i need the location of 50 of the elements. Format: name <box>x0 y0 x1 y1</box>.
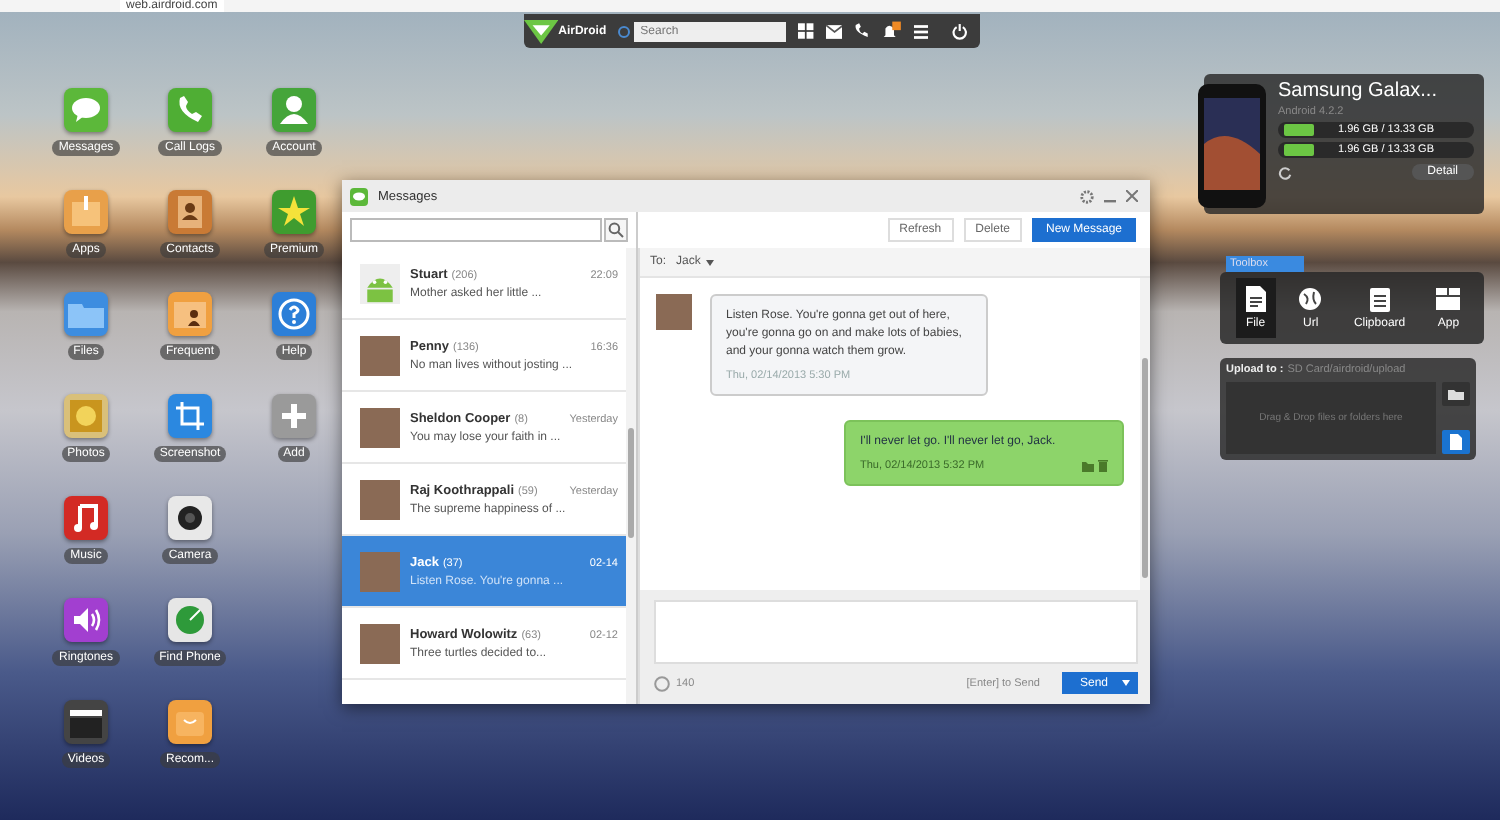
folder-icon[interactable] <box>64 292 108 336</box>
app-box-icon <box>1436 286 1461 312</box>
contact-book-icon[interactable] <box>168 190 212 234</box>
menu-icon[interactable] <box>913 23 929 39</box>
folder-upload-icon[interactable] <box>1442 382 1470 406</box>
logo-icon <box>524 17 559 45</box>
avatar-placeholder <box>360 551 400 591</box>
phone-icon[interactable] <box>854 22 871 40</box>
close-icon[interactable] <box>1126 190 1138 202</box>
avatar-placeholder <box>360 335 400 375</box>
chat-bubble-icon[interactable] <box>64 88 108 132</box>
message-input[interactable] <box>654 600 1138 664</box>
smartphone-drawing <box>1198 84 1266 208</box>
search-icon[interactable] <box>618 25 631 37</box>
clipboard-icon <box>1367 286 1392 312</box>
music-note-icon[interactable] <box>64 496 108 540</box>
avatar-placeholder <box>656 294 692 330</box>
avatar-placeholder <box>360 479 400 519</box>
settings-icon[interactable] <box>1080 189 1094 203</box>
document-icon <box>1243 286 1268 312</box>
avatar-placeholder <box>360 623 400 663</box>
bell-icon[interactable] <box>882 20 902 42</box>
chat-bubble-icon <box>350 187 368 205</box>
avatar-placeholder <box>360 407 400 447</box>
device-name: Samsung Galax... <box>1278 80 1439 102</box>
scrollbar-thumb[interactable] <box>628 428 634 538</box>
mail-icon[interactable] <box>825 23 843 39</box>
search-icon[interactable] <box>604 218 628 242</box>
search-field[interactable] <box>350 218 602 242</box>
speaker-icon[interactable] <box>64 598 108 642</box>
file-upload-icon[interactable] <box>1442 430 1470 454</box>
caret-icon <box>1122 680 1130 686</box>
box-icon[interactable] <box>64 190 108 234</box>
refresh-icon[interactable] <box>1278 165 1292 179</box>
android-avatar-icon <box>360 263 400 303</box>
scrollbar-thumb[interactable] <box>1142 358 1148 578</box>
plus-icon[interactable] <box>272 394 316 438</box>
frequent-contacts-icon[interactable] <box>168 292 212 336</box>
camera-icon[interactable] <box>168 496 212 540</box>
crop-icon[interactable] <box>168 394 212 438</box>
power-icon[interactable] <box>952 22 969 40</box>
clapperboard-icon[interactable] <box>64 700 108 744</box>
folder-icon[interactable] <box>1082 461 1094 471</box>
help-icon[interactable] <box>272 292 316 336</box>
caret-icon <box>706 259 715 265</box>
radar-icon[interactable] <box>168 598 212 642</box>
person-icon[interactable] <box>272 88 316 132</box>
trash-icon[interactable] <box>1098 460 1108 472</box>
smiley-icon[interactable] <box>654 675 670 691</box>
grid-icon[interactable] <box>798 22 814 40</box>
